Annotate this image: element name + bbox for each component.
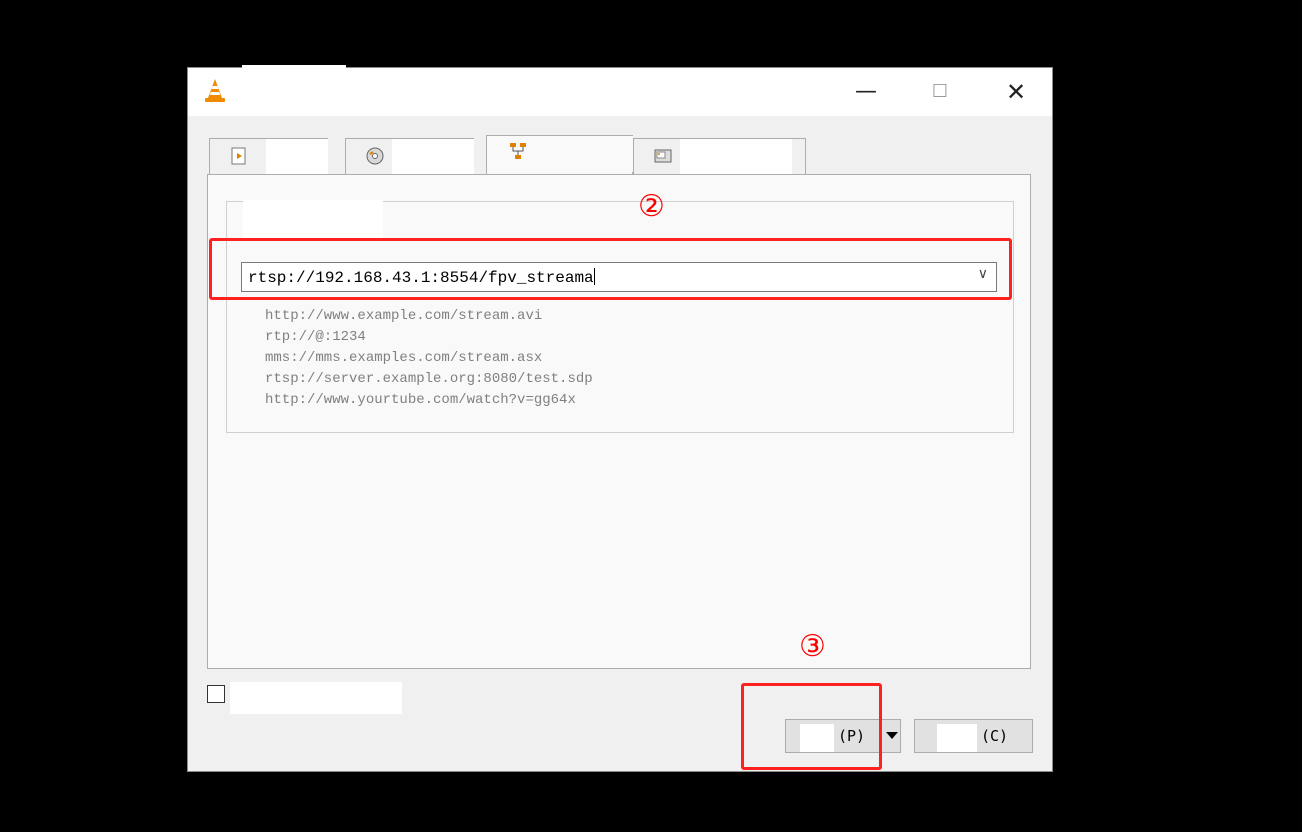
- close-button[interactable]: ✕: [993, 76, 1039, 108]
- tab-file-label: [266, 139, 328, 175]
- file-play-icon: [231, 147, 246, 165]
- example-url: rtsp://server.example.org:8080/test.sdp: [265, 371, 593, 387]
- step-3-marker: ③: [799, 629, 826, 664]
- window-title: [242, 65, 346, 105]
- vlc-cone-icon: [205, 79, 225, 102]
- tab-capture-label: [680, 139, 792, 175]
- show-more-options-label: [230, 682, 402, 714]
- tab-disc[interactable]: [345, 138, 474, 175]
- cancel-button-label: [937, 724, 977, 752]
- caret-down-icon: [886, 732, 898, 739]
- cancel-button[interactable]: (C): [914, 719, 1033, 753]
- url-examples: http://www.example.com/stream.avi rtp://…: [265, 306, 593, 411]
- step-2-marker: ②: [638, 189, 665, 224]
- group-title: [243, 200, 383, 238]
- title-bar: — ☐ ✕: [188, 65, 1052, 116]
- maximize-button[interactable]: ☐: [917, 76, 963, 108]
- minimize-button[interactable]: —: [843, 76, 889, 108]
- example-url: http://www.example.com/stream.avi: [265, 308, 543, 324]
- tab-network-label: [533, 136, 633, 172]
- show-more-options-checkbox[interactable]: [207, 685, 225, 703]
- capture-device-icon: [654, 149, 672, 163]
- open-media-dialog: — ☐ ✕ rtsp://192.168.43.1:8554/fpv_strea…: [187, 65, 1053, 772]
- example-url: http://www.yourtube.com/watch?v=gg64x: [265, 392, 576, 408]
- cancel-accelerator: (C): [981, 727, 1009, 745]
- url-highlight-box: [209, 238, 1012, 300]
- tab-capture-device[interactable]: [633, 138, 806, 175]
- tab-disc-label: [392, 139, 474, 175]
- disc-icon: [366, 147, 384, 165]
- example-url: mms://mms.examples.com/stream.asx: [265, 350, 543, 366]
- network-icon: [510, 143, 526, 159]
- network-protocol-group: rtsp://192.168.43.1:8554/fpv_streama ∨ h…: [226, 200, 1014, 433]
- tab-file[interactable]: [209, 138, 328, 175]
- tab-network[interactable]: [486, 135, 633, 175]
- play-highlight-box: [741, 683, 882, 770]
- play-options-dropdown[interactable]: [881, 719, 901, 753]
- example-url: rtp://@:1234: [265, 329, 366, 345]
